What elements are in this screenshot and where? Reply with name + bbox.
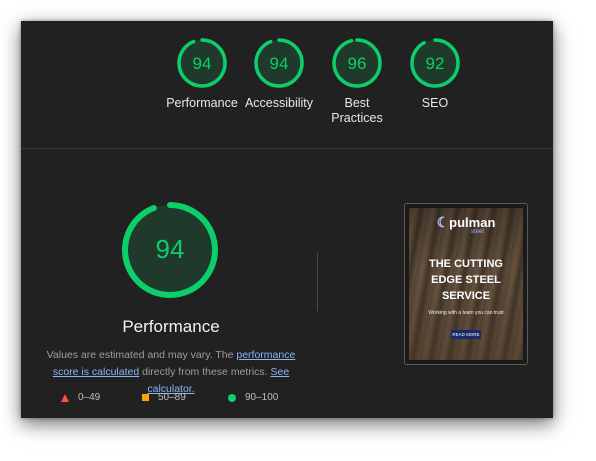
gauge-value: 92 xyxy=(426,54,445,73)
score-label: SEO xyxy=(421,96,449,110)
section-divider xyxy=(21,148,553,149)
score-accessibility[interactable]: 94 Accessibility xyxy=(234,37,324,111)
main-score-value: 94 xyxy=(156,234,185,264)
legend-pass: 90–100 xyxy=(228,392,278,403)
gauge-value: 94 xyxy=(270,54,289,73)
gauge-accessibility: 94 xyxy=(254,38,304,88)
main-performance-gauge: 94 xyxy=(120,200,220,305)
score-label: Best Practices xyxy=(331,96,383,125)
read-more-button: READ MORE xyxy=(451,330,481,339)
performance-title: Performance xyxy=(122,317,220,336)
circle-icon xyxy=(228,393,236,402)
pulman-logo: ☾pulman xyxy=(436,214,496,230)
gauge-performance: 94 xyxy=(177,38,227,88)
legend-fail: 0–49 xyxy=(61,392,100,403)
square-icon xyxy=(142,394,149,401)
gauge-best-practices: 96 xyxy=(332,38,382,88)
score-seo[interactable]: 92 SEO xyxy=(390,37,480,111)
performance-description: Values are estimated and may vary. The p… xyxy=(46,349,296,395)
thumbnail-headline: THE CUTTING EDGE STEEL SERVICE xyxy=(429,258,503,302)
score-legend: 0–49 50–89 90–100 xyxy=(21,392,321,406)
score-best-practices[interactable]: 96 Best Practices xyxy=(312,37,402,126)
score-label: Accessibility xyxy=(244,96,314,110)
gauge-value: 94 xyxy=(193,54,212,73)
gauge-seo: 92 xyxy=(410,38,460,88)
thumbnail-image: ☾pulman steel THE CUTTING EDGE STEEL SER… xyxy=(409,208,523,360)
vertical-divider xyxy=(317,253,318,311)
gauge-value: 96 xyxy=(348,54,367,73)
triangle-icon xyxy=(61,393,69,402)
lighthouse-report-panel: 94 Performance 94 Accessibility 96 Best … xyxy=(21,21,553,418)
legend-average: 50–89 xyxy=(142,392,186,403)
page-screenshot-thumbnail[interactable]: ☾pulman steel THE CUTTING EDGE STEEL SER… xyxy=(404,203,528,365)
logo-subtitle: steel xyxy=(471,229,484,235)
thumbnail-tagline: Working with a team you can trust xyxy=(428,310,504,316)
score-summary: 94 Performance 94 Accessibility 96 Best … xyxy=(21,21,553,148)
